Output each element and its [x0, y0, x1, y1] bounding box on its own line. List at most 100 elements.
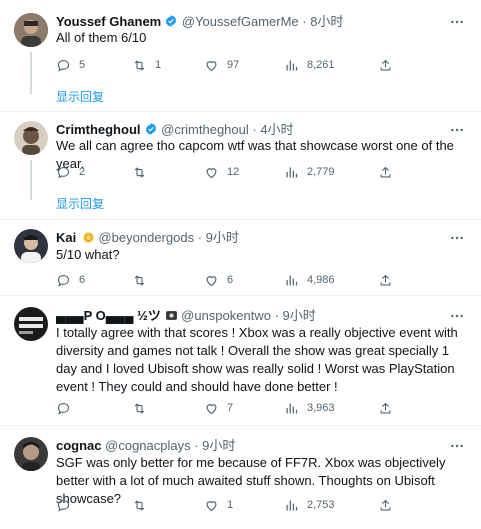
- thread-line: [30, 160, 32, 200]
- user-handle[interactable]: @beyondergods: [98, 230, 194, 245]
- tweet[interactable]: ▄▄▄P O▄▄▄ ½ツ @unspokentwo · 9小时 I totall…: [0, 296, 481, 426]
- retweet-button[interactable]: [132, 162, 155, 182]
- user-handle[interactable]: @cognacplays: [105, 438, 190, 453]
- avatar[interactable]: [14, 229, 48, 263]
- reply-icon: [56, 165, 71, 180]
- reply-button[interactable]: 6: [56, 270, 85, 290]
- like-count: 7: [227, 402, 234, 414]
- more-options-icon[interactable]: [449, 14, 465, 30]
- avatar-image-icon: [14, 307, 48, 341]
- share-button[interactable]: [378, 495, 393, 515]
- more-options-icon[interactable]: [449, 230, 465, 246]
- retweet-button[interactable]: 1: [132, 55, 161, 75]
- reply-button[interactable]: 2: [56, 162, 85, 182]
- views-icon: [284, 58, 299, 73]
- heart-icon: [204, 273, 219, 288]
- views-button[interactable]: 4,986: [284, 270, 335, 290]
- tweet[interactable]: Crimtheghoul @crimtheghoul · 4小时 We all …: [0, 112, 481, 220]
- avatar[interactable]: [14, 13, 48, 47]
- reply-button[interactable]: 5: [56, 55, 85, 75]
- like-button[interactable]: 12: [204, 162, 239, 182]
- reply-icon: [56, 401, 71, 416]
- user-handle[interactable]: @YoussefGamerMe: [182, 14, 299, 29]
- tweet-actions: 1 2,753: [52, 495, 472, 515]
- display-name[interactable]: Kai: [56, 230, 76, 245]
- show-replies-link[interactable]: 显示回复: [56, 195, 104, 212]
- display-name[interactable]: ▄▄▄P O▄▄▄ ½ツ: [56, 308, 161, 323]
- tweet-header: cognac @cognacplays · 9小时: [56, 437, 235, 454]
- heart-icon: [204, 401, 219, 416]
- like-button[interactable]: 6: [204, 270, 233, 290]
- timestamp[interactable]: · 9小时: [275, 308, 316, 323]
- views-icon: [284, 498, 299, 513]
- view-count: 4,986: [307, 274, 335, 286]
- tweet-header: Youssef Ghanem @YoussefGamerMe · 8小时: [56, 13, 343, 30]
- more-options-icon[interactable]: [449, 122, 465, 138]
- share-button[interactable]: [378, 55, 393, 75]
- retweet-button[interactable]: [132, 270, 155, 290]
- tweet[interactable]: cognac @cognacplays · 9小时 SGF was only b…: [0, 426, 481, 529]
- views-icon: [284, 165, 299, 180]
- tweet[interactable]: Kai @beyondergods · 9小时 5/10 what? 6 6 4…: [0, 220, 481, 296]
- retweet-button[interactable]: [132, 495, 155, 515]
- user-handle[interactable]: @unspokentwo: [181, 308, 271, 323]
- share-button[interactable]: [378, 270, 393, 290]
- display-name[interactable]: cognac: [56, 438, 102, 453]
- avatar[interactable]: [14, 437, 48, 471]
- share-icon: [378, 401, 393, 416]
- reply-button[interactable]: [56, 495, 79, 515]
- tweet-text: All of them 6/10: [56, 30, 147, 45]
- reply-count: 2: [79, 166, 86, 178]
- avatar[interactable]: [14, 121, 48, 155]
- view-count: 3,963: [307, 402, 335, 414]
- views-icon: [284, 273, 299, 288]
- views-icon: [284, 401, 299, 416]
- share-button[interactable]: [378, 162, 393, 182]
- share-icon: [378, 58, 393, 73]
- tweet-text: 5/10 what?: [56, 247, 120, 262]
- tweet-header: Crimtheghoul @crimtheghoul · 4小时: [56, 121, 294, 138]
- retweet-button[interactable]: [132, 398, 155, 418]
- views-button[interactable]: 8,261: [284, 55, 335, 75]
- views-button[interactable]: 3,963: [284, 398, 335, 418]
- share-icon: [378, 165, 393, 180]
- timestamp[interactable]: · 9小时: [198, 230, 239, 245]
- avatar-image-icon: [14, 229, 48, 263]
- like-count: 97: [227, 59, 240, 71]
- tweet-actions: 7 3,963: [52, 398, 472, 418]
- display-name[interactable]: Crimtheghoul: [56, 122, 141, 137]
- avatar-image-icon: [14, 121, 48, 155]
- display-name[interactable]: Youssef Ghanem: [56, 14, 161, 29]
- share-button[interactable]: [378, 398, 393, 418]
- like-count: 1: [227, 499, 234, 511]
- tweet[interactable]: Youssef Ghanem @YoussefGamerMe · 8小时 All…: [0, 0, 481, 112]
- like-button[interactable]: 97: [204, 55, 239, 75]
- user-handle[interactable]: @crimtheghoul: [161, 122, 249, 137]
- verified-badge-icon: [144, 122, 158, 136]
- verified-badge-icon: [164, 14, 178, 28]
- reply-count: 6: [79, 274, 86, 286]
- share-icon: [378, 273, 393, 288]
- view-count: 8,261: [307, 59, 335, 71]
- heart-icon: [204, 498, 219, 513]
- like-button[interactable]: 7: [204, 398, 233, 418]
- timestamp[interactable]: · 4小时: [252, 122, 293, 137]
- more-options-icon[interactable]: [449, 308, 465, 324]
- retweet-icon: [132, 401, 147, 416]
- timestamp[interactable]: · 8小时: [302, 14, 343, 29]
- retweet-icon: [132, 58, 147, 73]
- more-options-icon[interactable]: [449, 438, 465, 454]
- reply-icon: [56, 498, 71, 513]
- timestamp[interactable]: · 9小时: [194, 438, 235, 453]
- view-count: 2,753: [307, 499, 335, 511]
- views-button[interactable]: 2,779: [284, 162, 335, 182]
- tweet-header: Kai @beyondergods · 9小时: [56, 229, 239, 246]
- like-count: 6: [227, 274, 234, 286]
- reply-button[interactable]: [56, 398, 79, 418]
- share-icon: [378, 498, 393, 513]
- like-button[interactable]: 1: [204, 495, 233, 515]
- tweet-actions: 6 6 4,986: [52, 270, 472, 290]
- avatar[interactable]: [14, 307, 48, 341]
- show-replies-link[interactable]: 显示回复: [56, 88, 104, 105]
- views-button[interactable]: 2,753: [284, 495, 335, 515]
